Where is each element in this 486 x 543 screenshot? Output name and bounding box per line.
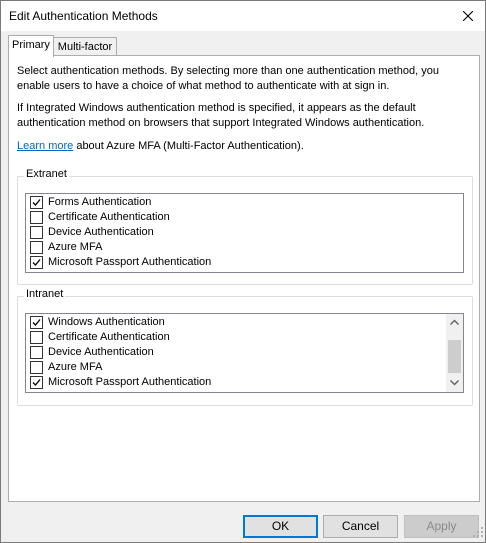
close-button[interactable] xyxy=(451,1,485,31)
intranet-group: Intranet Windows Authentication Certific… xyxy=(17,288,473,406)
intranet-listbox: Windows Authentication Certificate Authe… xyxy=(25,313,464,393)
extranet-group: Extranet Forms Authentication Certificat… xyxy=(17,168,473,285)
scroll-thumb[interactable] xyxy=(448,340,461,373)
close-icon xyxy=(463,11,473,21)
checkbox-label: Device Authentication xyxy=(48,226,154,238)
extranet-label: Extranet xyxy=(24,168,69,180)
intranet-item-certificate[interactable]: Certificate Authentication xyxy=(26,330,446,345)
ok-button[interactable]: OK xyxy=(243,515,318,538)
extranet-item-device[interactable]: Device Authentication xyxy=(26,225,463,240)
learn-more-description: about Azure MFA (Multi-Factor Authentica… xyxy=(73,140,304,152)
apply-button[interactable]: Apply xyxy=(404,515,479,538)
tab-primary[interactable]: Primary xyxy=(8,35,54,57)
checkmark-icon xyxy=(32,379,41,386)
intranet-item-azure-mfa[interactable]: Azure MFA xyxy=(26,360,446,375)
checkbox-label: Certificate Authentication xyxy=(48,331,170,343)
checkbox-label: Forms Authentication xyxy=(48,196,152,208)
learn-more-line: Learn more about Azure MFA (Multi-Factor… xyxy=(17,139,467,154)
checkbox[interactable] xyxy=(30,316,43,329)
checkmark-icon xyxy=(32,199,41,206)
learn-more-link[interactable]: Learn more xyxy=(17,140,73,152)
checkbox-label: Certificate Authentication xyxy=(48,211,170,223)
integrated-note-text: If Integrated Windows authentication met… xyxy=(17,102,425,129)
intranet-item-device[interactable]: Device Authentication xyxy=(26,345,446,360)
extranet-item-forms[interactable]: Forms Authentication xyxy=(26,195,463,210)
checkbox-label: Microsoft Passport Authentication xyxy=(48,376,212,388)
dialog-window: Edit Authentication Methods Primary Mult… xyxy=(0,0,486,543)
extranet-item-passport[interactable]: Microsoft Passport Authentication xyxy=(26,255,463,270)
checkbox[interactable] xyxy=(30,256,43,269)
checkbox[interactable] xyxy=(30,376,43,389)
checkbox[interactable] xyxy=(30,211,43,224)
cancel-button[interactable]: Cancel xyxy=(323,515,398,538)
resize-grip-icon[interactable] xyxy=(473,527,483,540)
checkbox-label: Azure MFA xyxy=(48,241,103,253)
tab-multi-factor[interactable]: Multi-factor xyxy=(53,37,117,57)
checkmark-icon xyxy=(32,259,41,266)
checkbox-label: Device Authentication xyxy=(48,346,154,358)
title-bar: Edit Authentication Methods xyxy=(1,1,485,31)
intranet-scrollbar[interactable] xyxy=(446,314,463,392)
intranet-item-windows[interactable]: Windows Authentication xyxy=(26,315,446,330)
checkmark-icon xyxy=(32,319,41,326)
extranet-item-azure-mfa[interactable]: Azure MFA xyxy=(26,240,463,255)
intranet-label: Intranet xyxy=(24,288,66,300)
checkbox[interactable] xyxy=(30,241,43,254)
checkbox-label: Azure MFA xyxy=(48,361,103,373)
intro-text: Select authentication methods. By select… xyxy=(17,65,439,92)
intranet-item-passport[interactable]: Microsoft Passport Authentication xyxy=(26,375,446,390)
tab-panel-primary: Select authentication methods. By select… xyxy=(8,55,480,502)
tab-multi-factor-label: Multi-factor xyxy=(57,41,113,53)
window-title: Edit Authentication Methods xyxy=(9,9,158,23)
scroll-up-button[interactable] xyxy=(446,314,463,331)
extranet-listbox: Forms Authentication Certificate Authent… xyxy=(25,193,464,273)
checkbox-label: Microsoft Passport Authentication xyxy=(48,256,212,268)
checkbox[interactable] xyxy=(30,346,43,359)
scroll-down-button[interactable] xyxy=(446,375,463,392)
checkbox[interactable] xyxy=(30,226,43,239)
tab-primary-label: Primary xyxy=(12,39,50,51)
chevron-up-icon xyxy=(450,319,459,325)
chevron-down-icon xyxy=(450,380,459,386)
checkbox[interactable] xyxy=(30,361,43,374)
extranet-item-certificate[interactable]: Certificate Authentication xyxy=(26,210,463,225)
checkbox[interactable] xyxy=(30,196,43,209)
checkbox[interactable] xyxy=(30,331,43,344)
checkbox-label: Windows Authentication xyxy=(48,316,165,328)
